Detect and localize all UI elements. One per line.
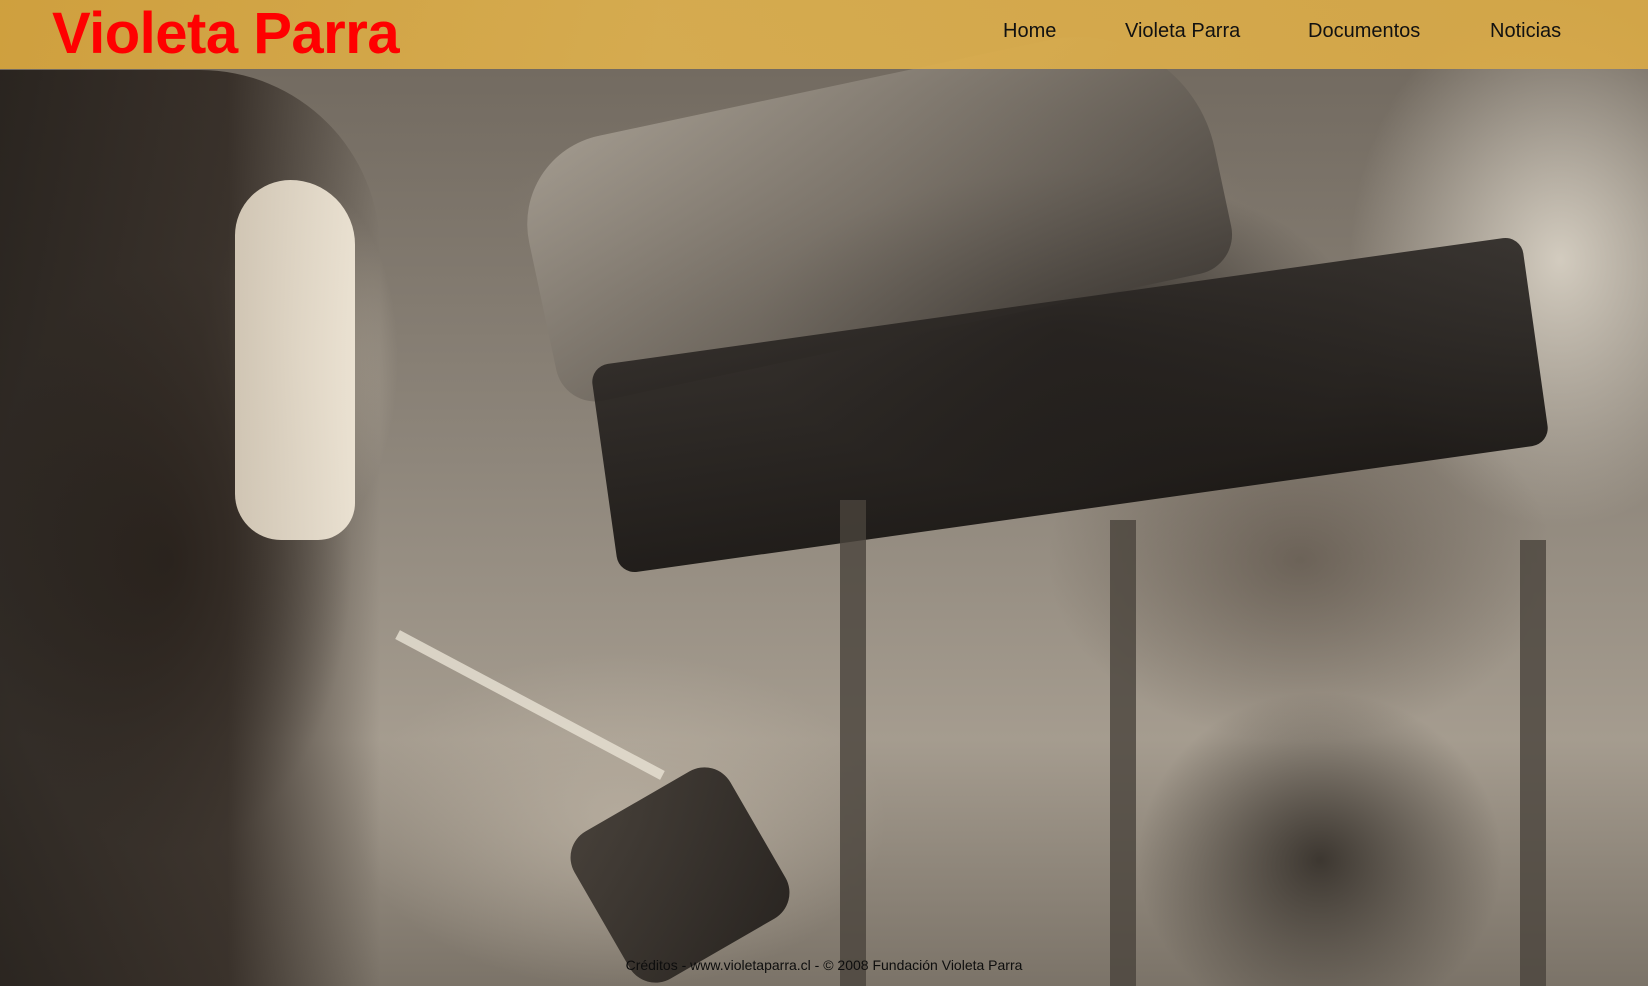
header-bar: Violeta Parra Home Violeta Parra Documen… [0,0,1648,69]
copyright-text: - © 2008 Fundación Violeta Parra [810,957,1023,973]
photo-region-stand-leg [840,500,866,986]
photo-region-stand-leg [1110,520,1136,986]
page: Violeta Parra Home Violeta Parra Documen… [0,0,1648,986]
photo-region-case-lid [510,11,1240,409]
photo-region-case-body [589,235,1551,575]
nav-link-home[interactable]: Home [1003,18,1056,44]
nav-link-documentos[interactable]: Documentos [1308,18,1420,44]
site-link[interactable]: www.violetaparra.cl [690,957,811,973]
photo-region-bar [395,630,665,780]
photo-region-hair [0,70,380,986]
main-nav: Home Violeta Parra Documentos Noticias [0,18,1648,48]
nav-link-noticias[interactable]: Noticias [1490,18,1561,44]
photo-region-guitar [559,756,801,986]
hero-photo [0,0,1648,986]
photo-region-stand-leg [1520,540,1546,986]
footer-separator: - [677,957,691,973]
footer-credits: Créditos - www.violetaparra.cl - © 2008 … [0,956,1648,974]
credits-link[interactable]: Créditos [626,957,678,973]
nav-link-violeta-parra[interactable]: Violeta Parra [1125,18,1240,44]
photo-region-face [235,180,355,540]
